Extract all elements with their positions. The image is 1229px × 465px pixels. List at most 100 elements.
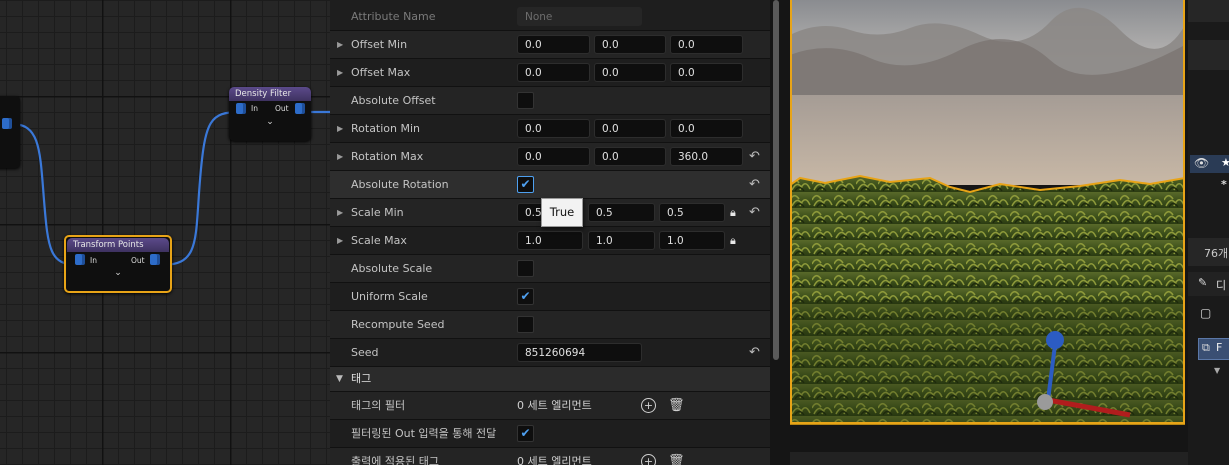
expand-arrow-icon[interactable]: ▶ bbox=[337, 143, 343, 170]
recompute-seed-label: Recompute Seed bbox=[351, 318, 445, 331]
expand-arrow-icon[interactable]: ▶ bbox=[337, 31, 343, 58]
outliner-star-2: * bbox=[1221, 178, 1227, 191]
details-scrollbar[interactable] bbox=[773, 0, 779, 360]
reset-arrow-icon[interactable]: ↶ bbox=[749, 199, 760, 226]
offset-min-z[interactable]: 0.0 bbox=[670, 35, 743, 54]
uniform-scale-checkbox[interactable]: ✔ bbox=[517, 288, 534, 305]
rotation-min-z[interactable]: 0.0 bbox=[670, 119, 743, 138]
attribute-name-label: Attribute Name bbox=[351, 10, 436, 23]
scale-max-label: Scale Max bbox=[351, 234, 407, 247]
transform-points-out-pin[interactable] bbox=[150, 254, 157, 265]
applied-tags-value: 0 세트 엘리먼트 bbox=[517, 455, 592, 465]
actor-icon: ▢ bbox=[1200, 306, 1212, 320]
reset-arrow-icon[interactable]: ↶ bbox=[749, 143, 760, 170]
row-scale-max: ▶ Scale Max 1.0 1.0 1.0 🔒︎ bbox=[330, 227, 770, 255]
upstream-out-pin[interactable] bbox=[2, 118, 9, 129]
absolute-scale-label: Absolute Scale bbox=[351, 262, 433, 275]
scale-max-z[interactable]: 1.0 bbox=[659, 231, 725, 250]
attribute-name-field[interactable]: None bbox=[517, 7, 642, 26]
trash-icon[interactable]: 🗑︎ bbox=[668, 392, 685, 419]
density-filter-in-pin[interactable] bbox=[236, 103, 243, 114]
rotation-max-z[interactable]: 360.0 bbox=[670, 147, 743, 166]
reset-arrow-icon[interactable]: ↶ bbox=[749, 171, 760, 198]
pass-through-checkbox[interactable]: ✔ bbox=[517, 425, 534, 442]
rotation-max-y[interactable]: 0.0 bbox=[594, 147, 666, 166]
row-absolute-scale: Absolute Scale bbox=[330, 255, 770, 283]
absolute-scale-checkbox[interactable] bbox=[517, 260, 534, 277]
rotation-min-label: Rotation Min bbox=[351, 122, 421, 135]
collapse-arrow-icon[interactable]: ▼ bbox=[1214, 366, 1220, 375]
density-filter-in-label: In bbox=[251, 104, 258, 113]
component-row[interactable]: ⧉ F bbox=[1198, 338, 1229, 360]
eye-icon[interactable]: 👁︎ bbox=[1194, 156, 1209, 170]
outliner-selected-row[interactable]: 👁︎ ★ bbox=[1190, 155, 1229, 173]
row-rotation-max: ▶ Rotation Max 0.0 0.0 360.0 ↶ bbox=[330, 143, 770, 171]
expand-arrow-icon[interactable]: ▶ bbox=[337, 115, 343, 142]
applied-tags-label: 출력에 적용된 태그 bbox=[351, 455, 439, 465]
collapse-arrow-icon[interactable]: ▼ bbox=[336, 367, 343, 391]
transform-points-in-label: In bbox=[90, 256, 97, 265]
tags-section-header[interactable]: ▼ 태그 bbox=[330, 367, 770, 392]
outliner-count-bar: 76개 bbox=[1188, 238, 1229, 266]
density-filter-node[interactable]: Density Filter In Out ⌄ bbox=[229, 87, 311, 141]
absolute-offset-checkbox[interactable] bbox=[517, 92, 534, 109]
offset-max-x[interactable]: 0.0 bbox=[517, 63, 590, 82]
row-recompute-seed: Recompute Seed bbox=[330, 311, 770, 339]
chevron-down-icon[interactable]: ⌄ bbox=[66, 268, 170, 278]
level-viewport[interactable] bbox=[790, 0, 1185, 425]
scale-min-z[interactable]: 0.5 bbox=[659, 203, 725, 222]
component-label: F bbox=[1216, 341, 1223, 354]
expand-arrow-icon[interactable]: ▶ bbox=[337, 199, 343, 226]
row-absolute-rotation: Absolute Rotation ✔ ↶ bbox=[330, 171, 770, 199]
row-pass-through: 필터링된 Out 입력을 통해 전달 ✔ bbox=[330, 420, 770, 448]
scale-max-x[interactable]: 1.0 bbox=[517, 231, 583, 250]
outliner-star: ★ bbox=[1221, 156, 1229, 169]
scale-min-label: Scale Min bbox=[351, 206, 404, 219]
lock-icon[interactable]: 🔒︎ bbox=[730, 199, 736, 226]
transform-points-in-pin[interactable] bbox=[75, 254, 82, 265]
filter-tags-value: 0 세트 엘리먼트 bbox=[517, 399, 592, 412]
checkbox-tooltip: True bbox=[541, 198, 583, 227]
row-absolute-offset: Absolute Offset bbox=[330, 87, 770, 115]
expand-arrow-icon[interactable]: ▶ bbox=[337, 227, 343, 254]
scale-min-y[interactable]: 0.5 bbox=[588, 203, 655, 222]
lock-icon[interactable]: 🔒︎ bbox=[730, 227, 736, 254]
add-element-icon[interactable]: + bbox=[641, 454, 656, 465]
row-uniform-scale: Uniform Scale ✔ bbox=[330, 283, 770, 311]
tags-section-title: 태그 bbox=[351, 372, 372, 385]
outliner-header bbox=[1188, 40, 1229, 70]
offset-max-y[interactable]: 0.0 bbox=[594, 63, 666, 82]
row-attribute-name: Attribute Name None bbox=[330, 0, 770, 31]
viewport-scene bbox=[790, 0, 1185, 425]
expand-arrow-icon[interactable]: ▶ bbox=[337, 59, 343, 86]
density-filter-out-pin[interactable] bbox=[295, 103, 302, 114]
reset-arrow-icon[interactable]: ↶ bbox=[749, 339, 760, 366]
details-tab[interactable]: ✎ 디 bbox=[1188, 272, 1229, 296]
trash-icon[interactable]: 🗑︎ bbox=[668, 448, 685, 465]
offset-min-y[interactable]: 0.0 bbox=[594, 35, 666, 54]
offset-max-z[interactable]: 0.0 bbox=[670, 63, 743, 82]
graph-wires bbox=[11, 110, 330, 267]
offset-min-x[interactable]: 0.0 bbox=[517, 35, 590, 54]
transform-points-node[interactable]: Transform Points In Out ⌄ bbox=[64, 235, 172, 293]
row-seed: Seed 851260694 ↶ bbox=[330, 339, 770, 367]
add-element-icon[interactable]: + bbox=[641, 398, 656, 413]
scale-max-y[interactable]: 1.0 bbox=[588, 231, 655, 250]
filter-tags-label: 태그의 필터 bbox=[351, 399, 406, 412]
cube-icon: ⧉ bbox=[1202, 341, 1210, 354]
rotation-max-x[interactable]: 0.0 bbox=[517, 147, 590, 166]
outliner-count: 76개 bbox=[1204, 247, 1229, 260]
absolute-rotation-checkbox[interactable]: ✔ bbox=[517, 176, 534, 193]
offset-min-label: Offset Min bbox=[351, 38, 408, 51]
upstream-node[interactable] bbox=[0, 96, 20, 168]
seed-field[interactable]: 851260694 bbox=[517, 343, 642, 362]
rotation-min-y[interactable]: 0.0 bbox=[594, 119, 666, 138]
chevron-down-icon[interactable]: ⌄ bbox=[229, 117, 311, 127]
recompute-seed-checkbox[interactable] bbox=[517, 316, 534, 333]
rotation-min-x[interactable]: 0.0 bbox=[517, 119, 590, 138]
outliner-toolbar bbox=[1188, 0, 1229, 22]
absolute-offset-label: Absolute Offset bbox=[351, 94, 436, 107]
viewport-bottom-bar bbox=[790, 452, 1188, 465]
row-applied-tags: 출력에 적용된 태그 0 세트 엘리먼트 + 🗑︎ bbox=[330, 448, 770, 465]
pcg-graph-editor[interactable]: Density Filter In Out ⌄ Transform Points… bbox=[0, 0, 330, 465]
